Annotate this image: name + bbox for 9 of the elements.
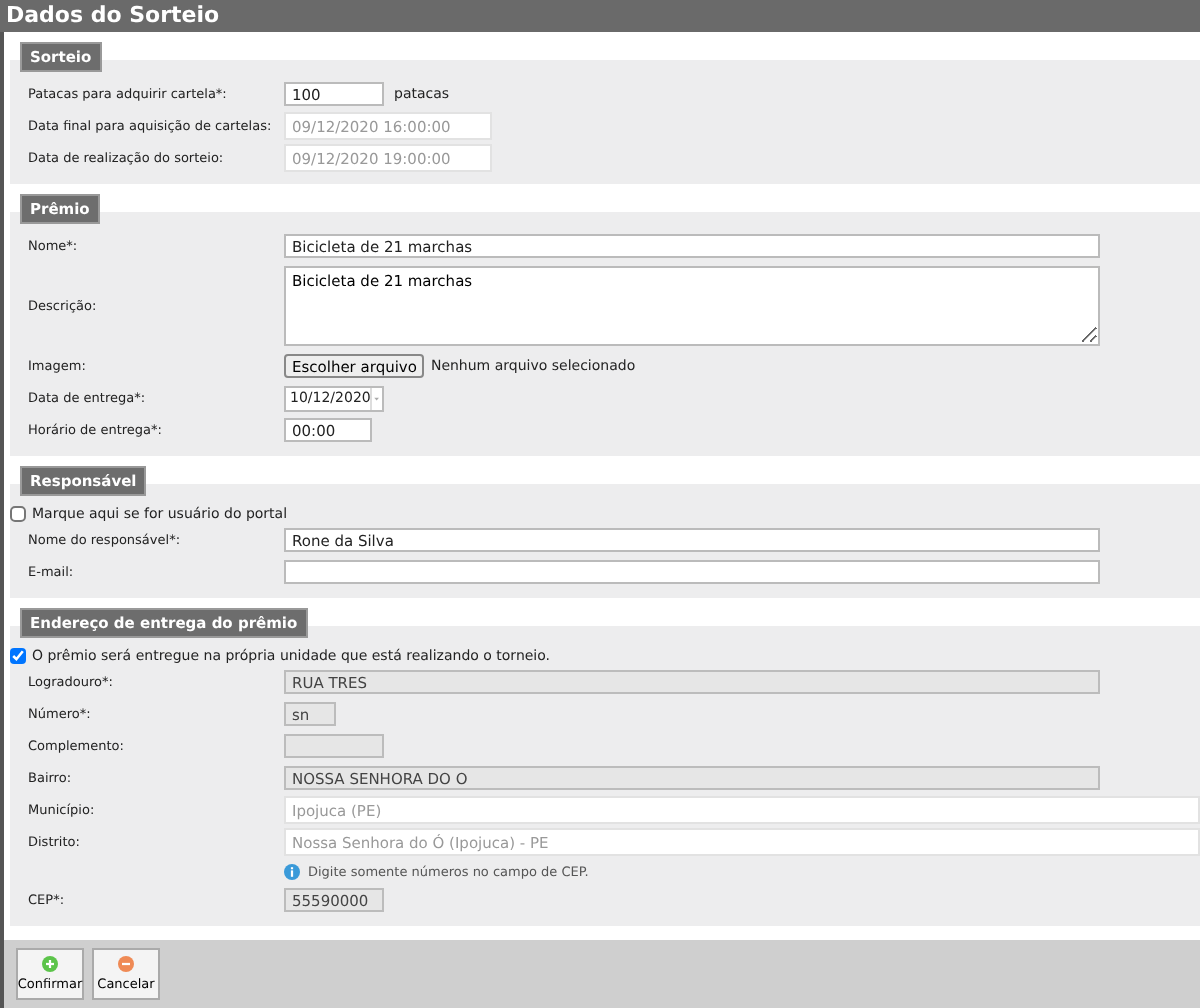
- window-title: Dados do Sorteio: [0, 0, 1200, 32]
- plus-icon: [42, 956, 58, 972]
- checkbox[interactable]: [10, 505, 26, 521]
- input-field[interactable]: [284, 560, 1100, 584]
- input-field[interactable]: [284, 734, 384, 758]
- dropdown-icon[interactable]: [370, 387, 382, 409]
- minus-icon: [118, 956, 134, 972]
- checkbox[interactable]: [10, 647, 26, 663]
- info-icon: [284, 863, 300, 879]
